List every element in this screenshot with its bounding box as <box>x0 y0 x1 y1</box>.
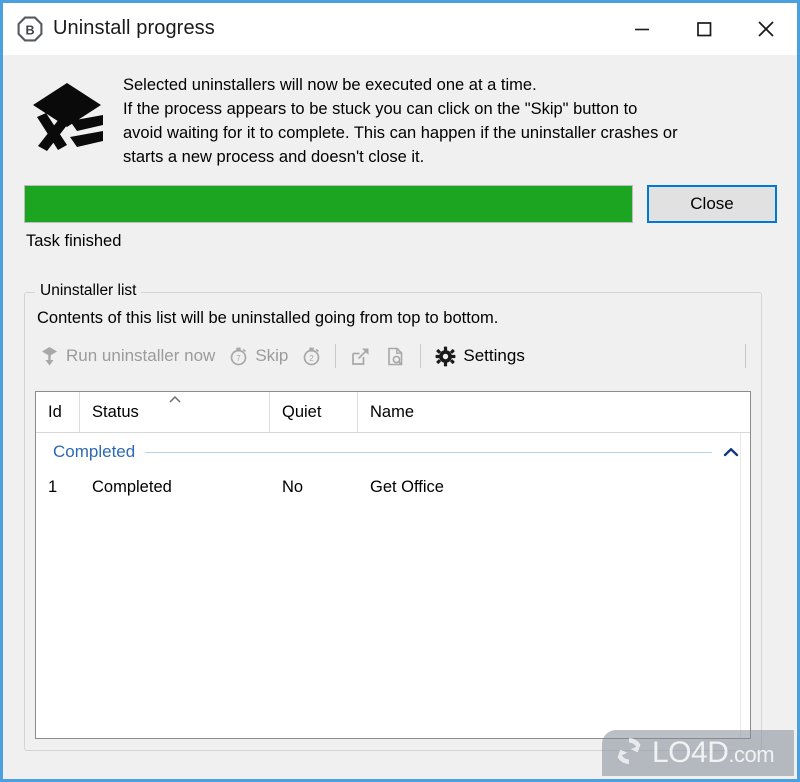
window-controls <box>611 3 797 54</box>
file-search-icon-button[interactable] <box>378 340 413 372</box>
progress-bar-fill <box>25 186 632 222</box>
column-header-name[interactable]: Name <box>358 392 750 432</box>
info-description: Selected uninstallers will now be execut… <box>123 69 678 169</box>
svg-text:B: B <box>25 23 34 37</box>
uninstaller-list-groupbox: Uninstaller list Contents of this list w… <box>24 282 762 751</box>
info-line-1: Selected uninstallers will now be execut… <box>123 76 537 94</box>
window-title: Uninstall progress <box>53 17 215 39</box>
info-line-3: avoid waiting for it to complete. This c… <box>123 124 678 142</box>
listview-header: Id Status Quiet Name <box>36 392 750 433</box>
toolbar-separator-2 <box>420 344 422 368</box>
progress-section: Close <box>3 169 797 223</box>
open-external-button[interactable] <box>343 340 378 372</box>
settings-button[interactable]: Settings <box>428 340 531 372</box>
info-line-2: If the process appears to be stuck you c… <box>123 100 638 118</box>
column-header-quiet[interactable]: Quiet <box>270 392 358 432</box>
list-toolbar: Run uninstaller now 7 Skip 2 Settings <box>33 339 761 373</box>
title-bar-left: B Uninstall progress <box>3 16 215 42</box>
maximize-icon[interactable] <box>673 3 735 54</box>
settings-label: Settings <box>463 346 525 365</box>
column-header-quiet-label: Quiet <box>282 402 322 421</box>
svg-text:7: 7 <box>237 354 242 363</box>
listview-scrollbar[interactable] <box>740 433 750 738</box>
sort-ascending-icon <box>80 395 269 405</box>
run-uninstaller-now-button[interactable]: Run uninstaller now <box>33 340 222 372</box>
chevron-up-icon[interactable] <box>722 446 740 458</box>
listview-group-label: Completed <box>53 442 136 461</box>
groupbox-title: Uninstaller list <box>35 282 142 300</box>
cell-quiet: No <box>282 477 304 496</box>
close-button[interactable]: Close <box>647 185 777 223</box>
cell-name: Get Office <box>370 477 444 496</box>
column-header-status[interactable]: Status <box>80 392 270 432</box>
title-bar: B Uninstall progress <box>3 3 797 55</box>
cell-id: 1 <box>48 477 58 496</box>
run-uninstaller-now-label: Run uninstaller now <box>66 346 216 365</box>
column-header-name-label: Name <box>370 402 415 421</box>
info-line-4: starts a new process and doesn't close i… <box>123 148 425 166</box>
column-header-status-label: Status <box>92 402 139 421</box>
table-row[interactable]: 1 Completed No Get Office <box>36 471 750 503</box>
svg-text:2: 2 <box>310 354 315 363</box>
listview-group-divider <box>145 451 712 453</box>
column-header-id-label: Id <box>48 402 62 421</box>
skip-button[interactable]: 7 Skip <box>222 340 295 372</box>
minimize-icon[interactable] <box>611 3 673 54</box>
timer-button[interactable]: 2 <box>295 340 328 372</box>
status-text: Task finished <box>26 232 122 250</box>
bc-uninstaller-octagon-b-icon: B <box>17 16 43 42</box>
column-header-id[interactable]: Id <box>36 392 80 432</box>
close-icon[interactable] <box>735 3 797 54</box>
listview-group-header[interactable]: Completed <box>36 433 750 471</box>
cell-status: Completed <box>92 477 172 496</box>
toolbar-separator-3 <box>745 344 746 368</box>
dialog-content: Selected uninstallers will now be execut… <box>3 55 797 779</box>
uninstaller-listview[interactable]: Id Status Quiet Name Completed 1 Complet… <box>35 391 751 739</box>
progress-bar <box>24 185 633 223</box>
uninstall-progress-window: B Uninstall progress Selected uninstalle… <box>0 0 800 782</box>
toolbar-separator-1 <box>335 344 337 368</box>
layers-x-check-icon <box>29 69 105 159</box>
skip-label: Skip <box>255 346 289 365</box>
info-section: Selected uninstallers will now be execut… <box>3 55 797 169</box>
